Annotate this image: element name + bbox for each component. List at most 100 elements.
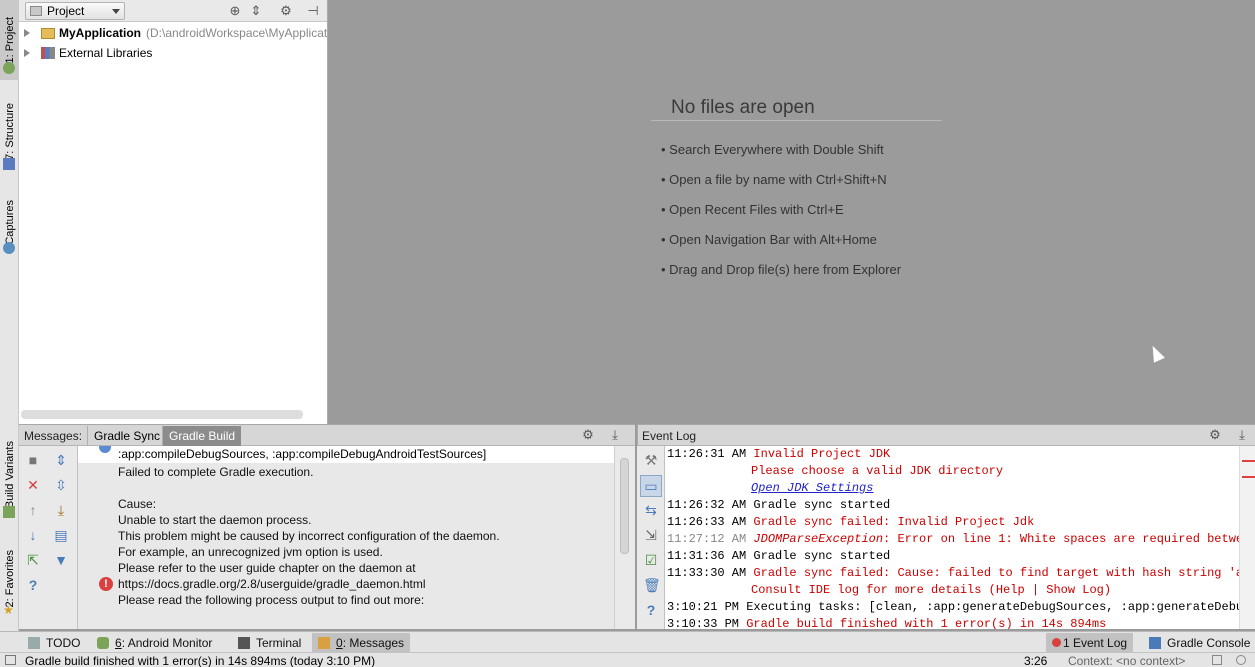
tab-build-variants[interactable]: Build Variants — [0, 428, 19, 522]
next-icon[interactable]: ↓ — [25, 527, 41, 543]
status-message[interactable]: Gradle build finished with 1 error(s) in… — [25, 654, 375, 667]
tree-item-label: External Libraries — [59, 46, 153, 60]
log-time: 3:10:33 PM — [667, 617, 740, 629]
event-log-title: Event Log — [642, 429, 697, 443]
android-icon — [97, 636, 109, 649]
log-text: Consult IDE log for more details (Help |… — [751, 583, 1112, 597]
target-icon[interactable]: ⊕ — [228, 4, 242, 18]
tab-messages-label: : Messages — [342, 635, 405, 650]
settings-icon[interactable]: ⚒ — [643, 452, 659, 468]
tab-terminal[interactable]: Terminal — [232, 633, 307, 652]
error-marker[interactable] — [1242, 476, 1255, 478]
tab-favorites-label: 2: Favorites — [3, 550, 16, 608]
tab-android-monitor-number: 6 — [115, 635, 122, 650]
lock-icon[interactable] — [1212, 655, 1222, 665]
captures-icon — [3, 242, 15, 254]
empty-editor-title: No files are open — [671, 97, 815, 118]
tab-todo-label: TODO — [46, 635, 81, 650]
log-exception: JDOMParseException — [753, 532, 884, 546]
scroll-to-end-icon[interactable]: ⇲ — [643, 527, 659, 543]
messages-scrollbar[interactable] — [614, 446, 635, 629]
bottom-tool-tabs: TODO 6: Android Monitor Terminal 0: Mess… — [0, 631, 1255, 652]
message-line: This problem might be caused by incorrec… — [118, 529, 500, 543]
log-text: Gradle build finished with 1 error(s) in… — [746, 617, 1107, 629]
log-entry: 11:26:32 AM Gradle sync started — [667, 497, 890, 514]
filter-icon[interactable]: ▼ — [53, 552, 69, 568]
event-log-error-stripe[interactable] — [1239, 446, 1255, 629]
horizontal-scrollbar[interactable] — [21, 410, 303, 419]
tab-favorites[interactable]: 2: Favorites ★ — [0, 536, 19, 622]
log-entry: 11:27:12 AM JDOMParseException: Error on… — [667, 531, 1239, 548]
tab-gradle-console[interactable]: Gradle Console — [1143, 633, 1255, 652]
log-time: 11:26:32 AM — [667, 498, 747, 512]
message-line: For example, an unrecognized jvm option … — [118, 545, 383, 559]
tree-item-myapplication[interactable]: MyApplication (D:\androidWorkspace\MyApp… — [19, 23, 327, 43]
tree-item-external-libraries[interactable]: External Libraries — [19, 43, 152, 63]
module-folder-icon — [41, 27, 55, 39]
mouse-cursor-icon — [1147, 343, 1165, 363]
collapse-all-icon[interactable]: ⇳ — [53, 477, 69, 493]
tab-gradle-sync[interactable]: Gradle Sync — [87, 426, 166, 446]
open-jdk-settings-link[interactable]: Open JDK Settings — [751, 481, 873, 495]
soft-wrap-icon[interactable]: ⇆ — [643, 502, 659, 518]
pin-icon[interactable]: ⊣ — [306, 4, 320, 18]
project-view-select[interactable]: Project — [25, 2, 125, 20]
tab-project-label: 1: Project — [3, 16, 16, 64]
gear-icon[interactable]: ⚙ — [581, 428, 595, 442]
tab-project[interactable]: 1: Project — [0, 0, 19, 80]
help-icon[interactable]: ? — [643, 602, 659, 618]
message-first-line: :app:compileDebugSources, :app:compileDe… — [78, 446, 614, 463]
structure-icon — [3, 158, 15, 170]
gear-icon[interactable]: ⚙ — [279, 4, 293, 18]
error-icon: ! — [99, 577, 113, 591]
library-icon — [41, 47, 55, 59]
tab-android-monitor[interactable]: 6: Android Monitor — [91, 633, 218, 652]
context-indicator[interactable]: Context: <no context> — [1068, 654, 1185, 667]
tab-event-log[interactable]: 1 Event Log — [1046, 633, 1134, 652]
balloon-icon[interactable]: ▭ — [640, 475, 662, 497]
scrollbar-thumb[interactable] — [620, 458, 629, 554]
hide-icon[interactable]: ⤓ — [608, 428, 622, 442]
expand-arrow-icon[interactable] — [24, 49, 30, 57]
log-entry: 11:31:36 AM Gradle sync started — [667, 548, 890, 565]
messages-toolbar: ■ ⇕ ✕ ⇳ ↑ ⤓ ↓ ▤ ⇱ ▼ ? — [19, 446, 78, 629]
tab-todo[interactable]: TODO — [22, 633, 86, 652]
divider — [651, 120, 942, 121]
tab-gradle-build[interactable]: Gradle Build — [162, 426, 242, 446]
event-log-header: Event Log ⚙ ⤓ — [637, 424, 1255, 446]
log-entry: Consult IDE log for more details (Help |… — [751, 582, 1111, 599]
android-icon — [3, 62, 15, 74]
stop-icon[interactable]: ■ — [25, 452, 41, 468]
export-icon[interactable]: ⤓ — [53, 502, 69, 518]
close-icon[interactable]: ✕ — [25, 477, 41, 493]
log-time: 11:31:36 AM — [667, 549, 747, 563]
tab-structure[interactable]: 7: Structure — [0, 88, 19, 174]
hide-icon[interactable]: ⤓ — [1235, 428, 1249, 442]
tab-captures[interactable]: Captures — [0, 186, 19, 258]
clear-all-icon[interactable]: 🗑 — [643, 577, 661, 593]
preview-icon[interactable]: ▤ — [53, 527, 69, 543]
terminal-icon — [238, 636, 250, 649]
hint-search-everywhere: • Search Everywhere with Double Shift — [661, 142, 884, 157]
tab-messages[interactable]: 0: Messages — [312, 633, 411, 652]
error-marker[interactable] — [1242, 460, 1255, 462]
mark-read-icon[interactable]: ☑ — [643, 552, 659, 568]
jump-to-source-icon[interactable]: ⇱ — [25, 552, 41, 568]
help-icon[interactable]: ? — [25, 577, 41, 593]
toggle-tool-windows-icon[interactable] — [5, 655, 16, 665]
log-time: 11:26:33 AM — [667, 515, 747, 529]
gear-icon[interactable]: ⚙ — [1208, 428, 1222, 442]
log-text: Gradle sync failed: Cause: failed to fin… — [753, 566, 1239, 580]
expand-arrow-icon[interactable] — [24, 29, 30, 37]
message-line: Please refer to the user guide chapter o… — [118, 561, 416, 575]
caret-position[interactable]: 3:26 — [1024, 654, 1047, 667]
collapse-icon[interactable]: ⇕ — [249, 4, 263, 18]
inspector-icon[interactable] — [1236, 655, 1246, 665]
event-log-toolbar: ⚒ ▭ ⇆ ⇲ ☑ 🗑 ? — [637, 446, 665, 629]
log-text: Gradle sync failed: Invalid Project Jdk — [753, 515, 1035, 529]
log-time: 11:33:30 AM — [667, 566, 747, 580]
expand-all-icon[interactable]: ⇕ — [53, 452, 69, 468]
star-icon: ★ — [3, 603, 14, 617]
hint-open-file: • Open a file by name with Ctrl+Shift+N — [661, 172, 887, 187]
previous-icon[interactable]: ↑ — [25, 502, 41, 518]
